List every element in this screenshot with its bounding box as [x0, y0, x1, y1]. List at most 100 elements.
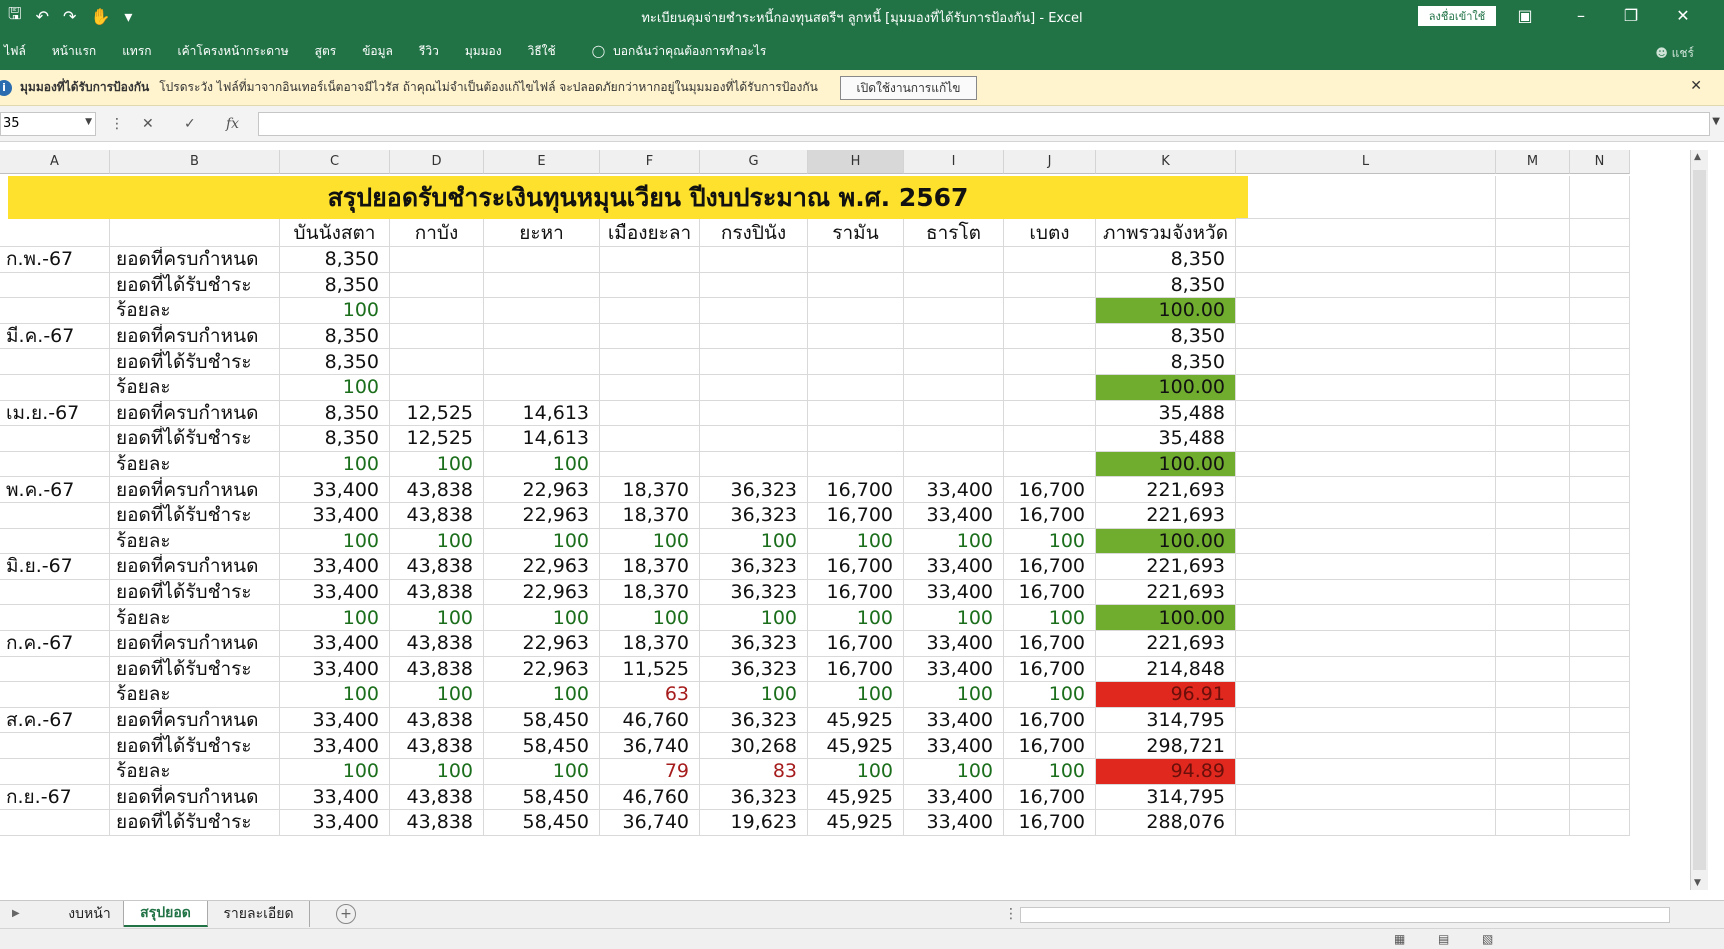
row-label[interactable]: ยอดที่ครบกำหนด [110, 477, 280, 503]
value-cell[interactable]: 100 [808, 682, 904, 708]
value-cell[interactable]: 46,760 [600, 707, 700, 734]
column-header-e[interactable]: E [484, 150, 600, 174]
empty-cell[interactable] [1236, 349, 1496, 375]
value-cell[interactable]: 22,963 [484, 503, 600, 529]
empty-cell[interactable] [1570, 528, 1630, 555]
sheet-tab-summary[interactable]: สรุปยอด [124, 901, 208, 927]
empty-cell[interactable] [1570, 605, 1630, 631]
value-cell[interactable] [1004, 451, 1096, 478]
empty-cell[interactable] [1236, 810, 1496, 836]
value-cell[interactable] [904, 426, 1004, 452]
value-cell[interactable]: 33,400 [280, 554, 390, 580]
row-label[interactable]: ร้อยละ [110, 759, 280, 785]
value-cell[interactable]: 16,700 [1004, 631, 1096, 657]
value-cell[interactable]: 16,700 [808, 477, 904, 503]
value-cell[interactable]: 100 [808, 605, 904, 631]
column-header-b[interactable]: B [110, 150, 280, 174]
tab-review[interactable]: รีวิว [419, 42, 439, 61]
value-cell[interactable] [600, 375, 700, 401]
row-label[interactable]: ยอดที่ครบกำหนด [110, 784, 280, 811]
value-cell[interactable] [390, 298, 484, 324]
value-cell[interactable]: 18,370 [600, 477, 700, 503]
value-cell[interactable] [1004, 298, 1096, 324]
value-cell[interactable]: 12,525 [390, 426, 484, 452]
value-cell[interactable] [904, 349, 1004, 375]
month-cell[interactable] [0, 605, 110, 631]
value-cell[interactable]: 33,400 [904, 656, 1004, 683]
value-cell[interactable]: 33,400 [904, 784, 1004, 811]
value-cell[interactable]: 43,838 [390, 554, 484, 580]
tab-view[interactable]: มุมมอง [465, 42, 502, 61]
header-cell-blank[interactable] [0, 219, 110, 247]
row-label[interactable]: ยอดที่ครบกำหนด [110, 554, 280, 580]
value-cell[interactable]: 33,400 [904, 579, 1004, 606]
column-header-i[interactable]: I [904, 150, 1004, 174]
empty-cell[interactable] [1236, 503, 1496, 529]
value-cell[interactable] [600, 272, 700, 299]
value-cell[interactable]: 100 [484, 605, 600, 631]
value-cell[interactable] [700, 375, 808, 401]
value-cell[interactable] [1004, 323, 1096, 350]
value-cell[interactable] [700, 272, 808, 299]
district-header[interactable]: ภาพรวมจังหวัด [1096, 219, 1236, 247]
empty-cell[interactable] [1236, 176, 1496, 219]
value-cell[interactable]: 100 [280, 682, 390, 708]
column-header-c[interactable]: C [280, 150, 390, 174]
page-layout-view-icon[interactable]: ▤ [1438, 932, 1449, 946]
value-cell[interactable]: 100 [904, 682, 1004, 708]
empty-cell[interactable] [1496, 451, 1570, 478]
month-cell[interactable] [0, 682, 110, 708]
value-cell[interactable]: 36,323 [700, 554, 808, 580]
row-label[interactable]: ยอดที่ครบกำหนด [110, 707, 280, 734]
empty-cell[interactable] [1236, 682, 1496, 708]
province-total-cell[interactable]: 314,795 [1096, 784, 1236, 811]
value-cell[interactable] [390, 272, 484, 299]
empty-cell[interactable] [1570, 400, 1630, 427]
value-cell[interactable] [484, 349, 600, 375]
empty-cell[interactable] [1570, 656, 1630, 683]
empty-cell[interactable] [1236, 528, 1496, 555]
value-cell[interactable]: 30,268 [700, 733, 808, 759]
row-label[interactable]: ร้อยละ [110, 605, 280, 631]
value-cell[interactable]: 18,370 [600, 554, 700, 580]
value-cell[interactable]: 33,400 [904, 631, 1004, 657]
empty-cell[interactable] [1570, 451, 1630, 478]
horizontal-scrollbar[interactable] [1020, 907, 1670, 923]
value-cell[interactable] [808, 349, 904, 375]
value-cell[interactable]: 16,700 [1004, 733, 1096, 759]
value-cell[interactable]: 36,323 [700, 477, 808, 503]
value-cell[interactable] [700, 451, 808, 478]
value-cell[interactable] [700, 426, 808, 452]
empty-cell[interactable] [1236, 707, 1496, 734]
empty-cell[interactable] [1570, 554, 1630, 580]
value-cell[interactable]: 22,963 [484, 579, 600, 606]
tab-data[interactable]: ข้อมูล [362, 42, 393, 61]
value-cell[interactable] [904, 247, 1004, 273]
row-label[interactable]: ยอดที่ได้รับชำระ [110, 810, 280, 836]
province-total-cell[interactable]: 100.00 [1096, 605, 1236, 631]
row-label[interactable]: ยอดที่ได้รับชำระ [110, 349, 280, 375]
row-label[interactable]: ร้อยละ [110, 298, 280, 324]
value-cell[interactable]: 100 [484, 528, 600, 555]
value-cell[interactable]: 100 [280, 528, 390, 555]
value-cell[interactable]: 36,740 [600, 733, 700, 759]
value-cell[interactable] [904, 400, 1004, 427]
province-total-cell[interactable]: 35,488 [1096, 426, 1236, 452]
value-cell[interactable] [808, 298, 904, 324]
normal-view-icon[interactable]: ▦ [1394, 932, 1405, 946]
value-cell[interactable]: 58,450 [484, 810, 600, 836]
column-header-g[interactable]: G [700, 150, 808, 174]
close-icon[interactable]: ✕ [1668, 4, 1698, 28]
value-cell[interactable] [808, 375, 904, 401]
value-cell[interactable] [484, 323, 600, 350]
scroll-down-icon[interactable]: ▼ [1694, 878, 1701, 888]
row-label[interactable]: ร้อยละ [110, 375, 280, 401]
value-cell[interactable]: 45,925 [808, 810, 904, 836]
value-cell[interactable]: 58,450 [484, 707, 600, 734]
province-total-cell[interactable]: 100.00 [1096, 528, 1236, 555]
column-header-f[interactable]: F [600, 150, 700, 174]
month-cell[interactable] [0, 810, 110, 836]
value-cell[interactable] [600, 323, 700, 350]
district-header[interactable]: กรงปินัง [700, 219, 808, 247]
value-cell[interactable]: 58,450 [484, 784, 600, 811]
